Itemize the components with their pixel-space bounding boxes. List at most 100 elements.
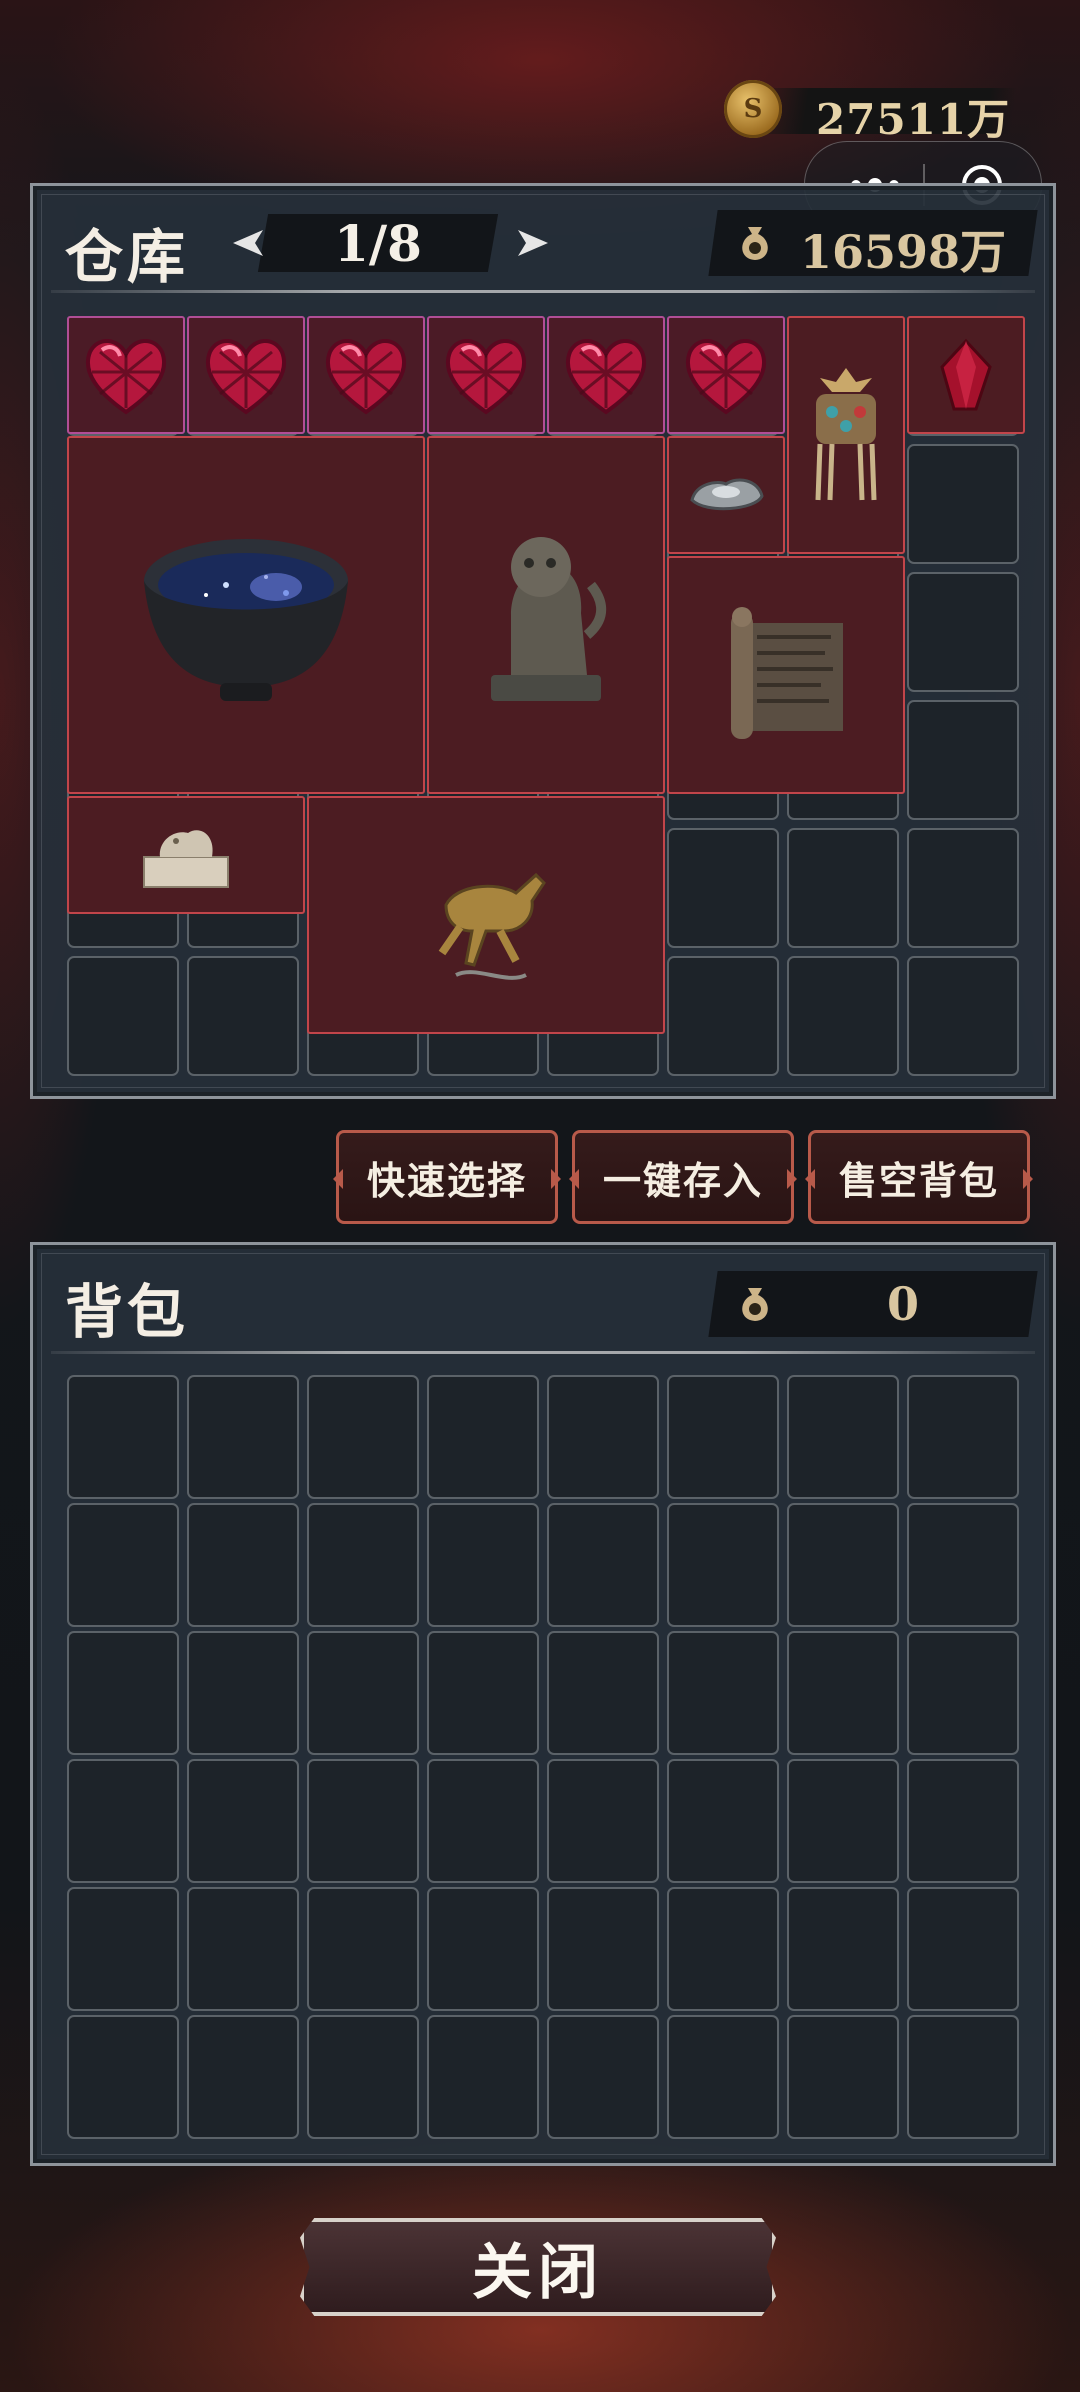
warehouse-slot[interactable] (787, 956, 899, 1076)
backpack-slot[interactable] (787, 1631, 899, 1755)
item-ancient-scroll[interactable] (667, 556, 905, 794)
backpack-slot[interactable] (307, 2015, 419, 2139)
backpack-slot[interactable] (667, 1375, 779, 1499)
backpack-slot[interactable] (547, 1375, 659, 1499)
backpack-slot[interactable] (307, 1631, 419, 1755)
item-starry-tea-bowl[interactable] (67, 436, 425, 794)
warehouse-slot[interactable] (667, 828, 779, 948)
backpack-slot[interactable] (187, 1887, 299, 2011)
heart-gem-icon (429, 318, 543, 432)
item-bronze-lion[interactable] (427, 436, 665, 794)
backpack-value: 0 (708, 1271, 1038, 1337)
warehouse-slot[interactable] (67, 956, 179, 1076)
backpack-slot[interactable] (187, 1759, 299, 1883)
backpack-slot[interactable] (787, 1759, 899, 1883)
silver-ingot-icon (669, 438, 783, 552)
backpack-slot[interactable] (667, 1631, 779, 1755)
backpack-slot[interactable] (787, 1375, 899, 1499)
backpack-slot[interactable] (307, 1759, 419, 1883)
warehouse-slot[interactable] (187, 956, 299, 1076)
item-heart-gem[interactable] (547, 316, 665, 434)
scroll-icon (669, 558, 903, 792)
warehouse-slot[interactable] (907, 700, 1019, 820)
backpack-slot[interactable] (427, 1887, 539, 2011)
warehouse-slot[interactable] (667, 956, 779, 1076)
backpack-slot[interactable] (187, 2015, 299, 2139)
backpack-slot[interactable] (907, 1503, 1019, 1627)
item-silver-ingot[interactable] (667, 436, 785, 554)
backpack-slot[interactable] (187, 1503, 299, 1627)
warehouse-slot[interactable] (907, 572, 1019, 692)
quick-select-button[interactable]: 快速选择 (336, 1130, 558, 1224)
item-heart-gem[interactable] (427, 316, 545, 434)
page-indicator: 1/8 (334, 214, 422, 273)
backpack-slot[interactable] (427, 2015, 539, 2139)
heart-gem-icon (549, 318, 663, 432)
warehouse-slot[interactable] (907, 444, 1019, 564)
backpack-slot[interactable] (547, 1503, 659, 1627)
next-page-arrow-icon[interactable] (508, 218, 558, 268)
backpack-slot[interactable] (907, 1887, 1019, 2011)
coin-balance-value: 27511万 (816, 95, 1011, 144)
heart-gem-icon (69, 318, 183, 432)
item-jade-seal[interactable] (67, 796, 305, 914)
backpack-slot[interactable] (907, 2015, 1019, 2139)
warehouse-slot[interactable] (907, 828, 1019, 948)
backpack-slot[interactable] (667, 1887, 779, 2011)
backpack-slot[interactable] (427, 1375, 539, 1499)
deposit-all-button[interactable]: 一键存入 (572, 1130, 794, 1224)
heart-gem-icon (309, 318, 423, 432)
backpack-slot[interactable] (667, 1759, 779, 1883)
warehouse-title: 仓库 (65, 223, 190, 291)
backpack-panel: 背包 0 (30, 1242, 1056, 2166)
sell-all-button[interactable]: 售空背包 (808, 1130, 1030, 1224)
warehouse-panel: 仓库 1/8 16598万 (30, 183, 1056, 1099)
backpack-slot[interactable] (67, 1631, 179, 1755)
backpack-slot[interactable] (67, 2015, 179, 2139)
backpack-slot[interactable] (187, 1375, 299, 1499)
backpack-slot[interactable] (67, 1887, 179, 2011)
item-heart-gem[interactable] (67, 316, 185, 434)
backpack-slot[interactable] (307, 1503, 419, 1627)
backpack-slot[interactable] (907, 1631, 1019, 1755)
item-heart-gem[interactable] (307, 316, 425, 434)
backpack-slot[interactable] (667, 1503, 779, 1627)
backpack-slot[interactable] (67, 1375, 179, 1499)
item-galloping-horse[interactable] (307, 796, 665, 1034)
backpack-slot[interactable] (307, 1887, 419, 2011)
backpack-slot[interactable] (907, 1375, 1019, 1499)
backpack-slot[interactable] (907, 1759, 1019, 1883)
warehouse-value: 16598万 (708, 210, 1038, 279)
backpack-slot[interactable] (547, 1631, 659, 1755)
close-button[interactable]: 关闭 (300, 2218, 776, 2316)
warehouse-value-text: 16598万 (799, 225, 1007, 279)
tea-bowl-icon (69, 438, 423, 792)
backpack-slot[interactable] (547, 1759, 659, 1883)
item-heart-gem[interactable] (187, 316, 305, 434)
backpack-value-text: 0 (886, 1277, 919, 1331)
backpack-slot[interactable] (547, 2015, 659, 2139)
backpack-slot[interactable] (67, 1759, 179, 1883)
backpack-slot[interactable] (307, 1375, 419, 1499)
phoenix-crown-icon (789, 318, 903, 552)
warehouse-slot[interactable] (907, 956, 1019, 1076)
backpack-slot[interactable] (67, 1503, 179, 1627)
item-red-crystal[interactable] (907, 316, 1025, 434)
item-heart-gem[interactable] (667, 316, 785, 434)
item-phoenix-crown[interactable] (787, 316, 905, 554)
heart-gem-icon (189, 318, 303, 432)
backpack-slot[interactable] (787, 2015, 899, 2139)
backpack-slot[interactable] (427, 1631, 539, 1755)
backpack-slot[interactable] (187, 1631, 299, 1755)
backpack-slot[interactable] (427, 1503, 539, 1627)
coin-icon: S (724, 80, 782, 138)
backpack-slot[interactable] (547, 1887, 659, 2011)
bronze-lion-icon (429, 438, 663, 792)
backpack-slot[interactable] (787, 1887, 899, 2011)
warehouse-slot[interactable] (787, 828, 899, 948)
backpack-slot[interactable] (787, 1503, 899, 1627)
backpack-slot[interactable] (427, 1759, 539, 1883)
backpack-slot[interactable] (667, 2015, 779, 2139)
heart-gem-icon (669, 318, 783, 432)
warehouse-pager: 1/8 (223, 208, 563, 278)
